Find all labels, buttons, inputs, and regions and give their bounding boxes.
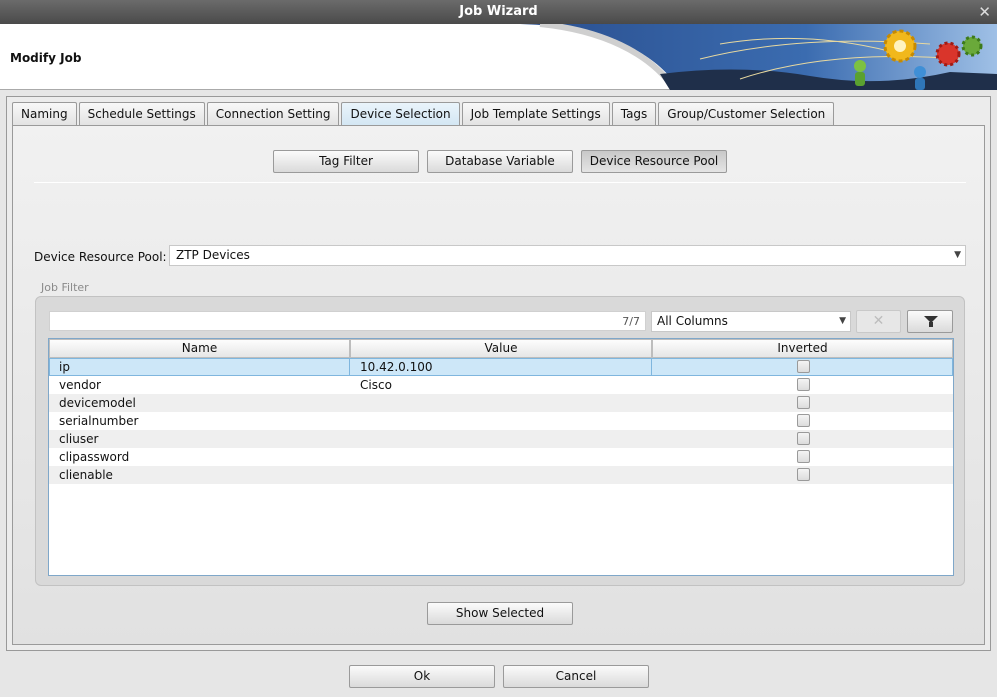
columns-select-value: All Columns	[657, 314, 728, 328]
row-name: clienable	[59, 468, 113, 482]
row-name: vendor	[59, 378, 101, 392]
row-value[interactable]	[350, 448, 652, 466]
title-bar: Job Wizard ✕	[0, 0, 997, 24]
tag-filter-button[interactable]: Tag Filter	[273, 150, 419, 173]
column-header-name[interactable]: Name	[49, 339, 350, 358]
tab-schedule-settings[interactable]: Schedule Settings	[78, 102, 205, 126]
table-row[interactable]: serialnumber	[49, 412, 953, 430]
tab-job-template-settings[interactable]: Job Template Settings	[461, 102, 610, 126]
tab-connection-setting[interactable]: Connection Setting	[206, 102, 340, 126]
inverted-checkbox[interactable]	[797, 468, 810, 481]
row-inverted	[652, 466, 953, 484]
dialog-footer: Ok Cancel	[0, 651, 997, 697]
row-value[interactable]	[350, 394, 652, 412]
row-name: ip	[49, 358, 350, 376]
tab-group-customer-selection[interactable]: Group/Customer Selection	[658, 102, 835, 126]
table-row[interactable]: ip 10.42.0.100	[49, 358, 953, 376]
chevron-down-icon: ▼	[839, 316, 846, 326]
chevron-down-icon: ▼	[954, 250, 961, 260]
divider	[34, 182, 966, 183]
row-value[interactable]: 10.42.0.100	[350, 358, 652, 376]
clear-filter-button[interactable]: ✕	[856, 310, 901, 333]
job-filter-group: 7/7 All Columns ▼ ✕ Name Value Inverted …	[35, 296, 965, 586]
row-inverted	[652, 376, 953, 394]
close-icon: ✕	[872, 313, 885, 329]
table-row[interactable]: clipassword	[49, 448, 953, 466]
pool-select-value: ZTP Devices	[176, 248, 250, 262]
table-row[interactable]: devicemodel	[49, 394, 953, 412]
tab-tags[interactable]: Tags	[611, 102, 657, 126]
inverted-checkbox[interactable]	[797, 360, 810, 373]
database-variable-button[interactable]: Database Variable	[427, 150, 573, 173]
row-inverted	[652, 412, 953, 430]
row-value[interactable]	[350, 466, 652, 484]
row-name: cliuser	[59, 432, 99, 446]
tab-device-selection[interactable]: Device Selection	[341, 102, 460, 126]
row-name: devicemodel	[59, 396, 136, 410]
cancel-button[interactable]: Cancel	[503, 665, 649, 688]
row-inverted	[652, 358, 953, 376]
ok-button[interactable]: Ok	[349, 665, 495, 688]
pool-label: Device Resource Pool:	[34, 250, 167, 264]
window-title: Job Wizard	[459, 4, 538, 19]
inverted-checkbox[interactable]	[797, 432, 810, 445]
row-inverted	[652, 394, 953, 412]
filter-search-input[interactable]: 7/7	[49, 311, 646, 331]
job-filter-table: Name Value Inverted ip 10.42.0.100 vendo…	[48, 338, 954, 576]
filter-match-count: 7/7	[622, 315, 640, 328]
page-subtitle: Modify Job	[10, 51, 82, 65]
inverted-checkbox[interactable]	[797, 414, 810, 427]
device-resource-pool-button[interactable]: Device Resource Pool	[581, 150, 727, 173]
row-value[interactable]	[350, 412, 652, 430]
device-resource-pool-select[interactable]: ZTP Devices ▼	[169, 245, 966, 266]
inverted-checkbox[interactable]	[797, 378, 810, 391]
wizard-header: Modify Job	[0, 24, 997, 90]
close-icon[interactable]: ✕	[978, 0, 991, 24]
banner-graphic	[520, 24, 997, 90]
tab-naming[interactable]: Naming	[12, 102, 77, 126]
row-inverted	[652, 430, 953, 448]
table-row[interactable]: cliuser	[49, 430, 953, 448]
row-name: clipassword	[59, 450, 130, 464]
wizard-body: Naming Schedule Settings Connection Sett…	[6, 96, 991, 651]
table-row[interactable]: vendor Cisco	[49, 376, 953, 394]
apply-filter-button[interactable]	[907, 310, 953, 333]
show-selected-button[interactable]: Show Selected	[427, 602, 573, 625]
column-header-value[interactable]: Value	[350, 339, 652, 358]
filter-columns-select[interactable]: All Columns ▼	[651, 311, 851, 332]
inverted-checkbox[interactable]	[797, 450, 810, 463]
row-name: serialnumber	[59, 414, 139, 428]
row-value[interactable]	[350, 430, 652, 448]
table-header: Name Value Inverted	[49, 339, 953, 358]
inverted-checkbox[interactable]	[797, 396, 810, 409]
tab-bar: Naming Schedule Settings Connection Sett…	[12, 102, 836, 126]
table-row[interactable]: clienable	[49, 466, 953, 484]
row-inverted	[652, 448, 953, 466]
job-filter-label: Job Filter	[41, 281, 89, 294]
column-header-inverted[interactable]: Inverted	[652, 339, 953, 358]
device-selection-panel: Tag Filter Database Variable Device Reso…	[12, 125, 985, 645]
row-value[interactable]: Cisco	[350, 376, 652, 394]
